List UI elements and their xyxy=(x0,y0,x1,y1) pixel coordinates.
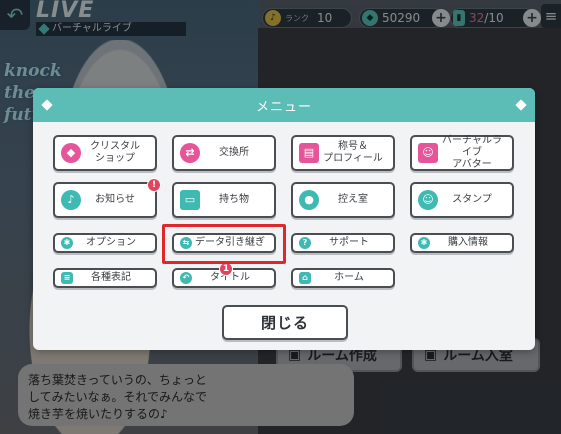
menu-item-crystal-shop[interactable]: ◆ クリスタル ショップ xyxy=(53,135,157,171)
menu-item-legal[interactable]: ≡ 各種表記 xyxy=(53,268,157,288)
menu-item-profile[interactable]: ▤ 称号＆ プロフィール xyxy=(291,135,395,171)
menu-item-label: お知らせ xyxy=(95,194,135,205)
close-button[interactable]: 閉じる xyxy=(222,305,348,340)
bell-icon: ♪ xyxy=(61,190,81,210)
menu-item-label: タイトル xyxy=(210,272,250,283)
avatar-icon: ☺ xyxy=(418,143,438,163)
menu-item-label: オプション xyxy=(86,237,136,248)
modal-title: メニュー xyxy=(255,99,312,115)
menu-item-label: バーチャルライブ アバター xyxy=(442,135,502,170)
profile-card-icon: ▤ xyxy=(299,143,319,163)
menu-item-label: 交換所 xyxy=(219,147,249,158)
menu-item-purchase-info[interactable]: ✱ 購入情報 xyxy=(410,233,514,253)
menu-item-notices[interactable]: ♪ お知らせ xyxy=(53,182,157,218)
menu-item-options[interactable]: ✱ オプション xyxy=(53,233,157,253)
room-icon: ● xyxy=(299,190,319,210)
menu-item-label: クリスタル ショップ xyxy=(90,141,140,164)
menu-item-label: ホーム xyxy=(334,272,364,283)
data-transfer-icon: ⇆ xyxy=(180,237,192,249)
title-badge: 1 xyxy=(219,262,233,276)
exchange-icon: ⇄ xyxy=(180,143,200,163)
menu-item-support[interactable]: ? サポート xyxy=(291,233,395,253)
menu-item-data-transfer[interactable]: ⇆ データ引き継ぎ xyxy=(172,233,276,253)
home-icon: ⌂ xyxy=(299,272,311,284)
menu-item-label: 各種表記 xyxy=(91,272,131,283)
menu-item-stamps[interactable]: ☺ スタンプ xyxy=(410,182,514,218)
menu-item-label: データ引き継ぎ xyxy=(195,237,265,248)
purchase-info-icon: ✱ xyxy=(418,237,430,249)
support-icon: ? xyxy=(299,237,311,249)
menu-item-label: 持ち物 xyxy=(219,194,249,205)
document-icon: ≡ xyxy=(61,272,73,284)
diamond-ornament-icon xyxy=(41,99,53,111)
crystal-shop-icon: ◆ xyxy=(61,143,81,163)
menu-item-label: サポート xyxy=(329,237,369,248)
menu-item-avatar[interactable]: ☺ バーチャルライブ アバター xyxy=(410,135,514,171)
stamp-icon: ☺ xyxy=(418,190,438,210)
menu-item-exchange[interactable]: ⇄ 交換所 xyxy=(172,135,276,171)
modal-header: メニュー xyxy=(33,88,535,122)
menu-item-label: スタンプ xyxy=(452,194,492,205)
menu-item-label: 購入情報 xyxy=(448,237,488,248)
notice-badge: ! xyxy=(147,178,161,192)
gear-icon: ✱ xyxy=(61,237,73,249)
diamond-ornament-icon xyxy=(515,99,527,111)
menu-item-label: 控え室 xyxy=(338,194,368,205)
back-arrow-icon: ↶ xyxy=(180,272,192,284)
menu-item-waiting-room[interactable]: ● 控え室 xyxy=(291,182,395,218)
menu-item-inventory[interactable]: ▭ 持ち物 xyxy=(172,182,276,218)
bag-icon: ▭ xyxy=(180,190,200,210)
menu-item-home[interactable]: ⌂ ホーム xyxy=(291,268,395,288)
menu-item-label: 称号＆ プロフィール xyxy=(323,141,383,164)
